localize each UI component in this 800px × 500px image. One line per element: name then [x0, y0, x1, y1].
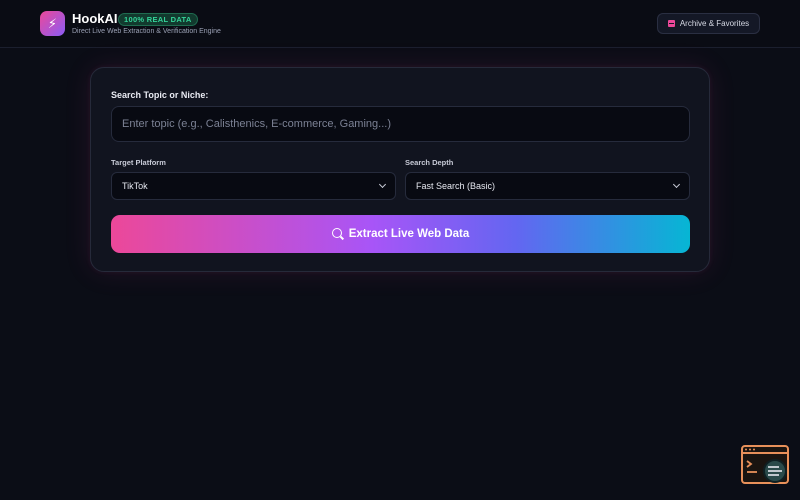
lightning-bolt-icon: ⚡	[40, 11, 65, 36]
extract-button[interactable]: Extract Live Web Data	[111, 215, 690, 253]
search-card: Search Topic or Niche: Target Platform T…	[90, 67, 710, 272]
chevron-down-icon	[378, 180, 387, 189]
archive-box-icon	[667, 20, 675, 27]
depth-select-value: Fast Search (Basic)	[416, 181, 496, 191]
archive-favorites-label: Archive & Favorites	[679, 19, 750, 28]
topic-input[interactable]	[111, 106, 690, 142]
depth-label: Search Depth	[405, 158, 454, 167]
extract-button-label: Extract Live Web Data	[348, 228, 470, 240]
browser-inspect-widget[interactable]	[741, 445, 790, 486]
platform-select[interactable]: TikTok	[111, 172, 396, 200]
real-data-badge: 100% REAL DATA	[118, 13, 198, 26]
topic-label: Search Topic or Niche:	[111, 90, 209, 100]
browser-inspect-icon	[741, 445, 789, 484]
brand-name: HookAI	[72, 11, 118, 26]
app-header: ⚡ HookAI 100% REAL DATA Direct Live Web …	[0, 0, 800, 48]
chevron-down-icon	[672, 180, 681, 189]
archive-favorites-button[interactable]: Archive & Favorites	[657, 13, 760, 34]
tagline: Direct Live Web Extraction & Verificatio…	[72, 28, 221, 35]
platform-select-value: TikTok	[122, 181, 148, 191]
platform-label: Target Platform	[111, 158, 166, 167]
search-icon	[331, 228, 342, 238]
depth-select[interactable]: Fast Search (Basic)	[405, 172, 690, 200]
